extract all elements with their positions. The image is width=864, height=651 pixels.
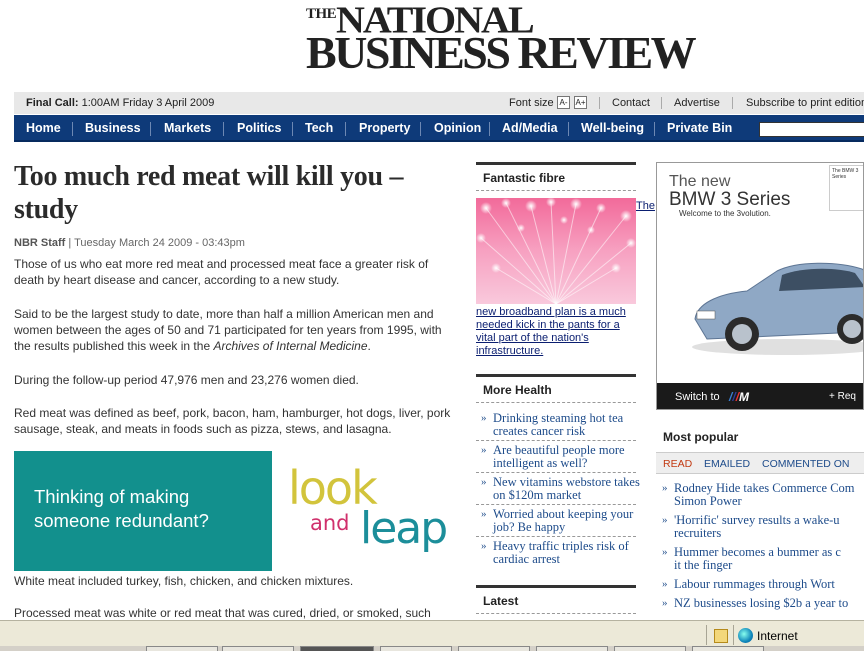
chevron-right-icon: »: [481, 444, 487, 456]
font-larger-button[interactable]: A+: [574, 96, 587, 109]
taskbar-button[interactable]: [380, 646, 452, 651]
nav-wellbeing[interactable]: Well-being: [581, 121, 644, 135]
taskbar-button[interactable]: [146, 646, 218, 651]
publish-date: Tuesday March 24 2009 - 03:43pm: [74, 237, 245, 249]
article-paragraph: White meat included turkey, fish, chicke…: [14, 574, 354, 588]
chevron-right-icon: »: [481, 476, 487, 488]
final-call-time: 1:00AM Friday 3 April 2009: [81, 97, 215, 109]
article-headline: Too much red meat will kill you – study: [14, 161, 404, 225]
chevron-right-icon: »: [481, 412, 487, 424]
popular-item-link[interactable]: » NZ businesses losing $2b a year to: [662, 597, 864, 610]
divider: [732, 97, 733, 109]
article-paragraph: During the follow-up period 47,976 men a…: [14, 373, 359, 387]
bmw-switch-to: Switch to: [675, 391, 720, 403]
look-and-leap-ad[interactable]: Thinking of making someone redundant? lo…: [14, 451, 448, 571]
fantastic-fibre-title[interactable]: Fantastic fibre: [483, 171, 565, 185]
taskbar-button[interactable]: [458, 646, 530, 651]
taskbar-button[interactable]: [536, 646, 608, 651]
nav-tech[interactable]: Tech: [305, 121, 333, 135]
article-paragraph: Said to be the largest study to date, mo…: [14, 307, 442, 353]
nav-opinion[interactable]: Opinion: [434, 121, 481, 135]
nav-markets[interactable]: Markets: [164, 121, 211, 135]
health-headline-link[interactable]: » Heavy traffic triples risk of cardiac a…: [481, 540, 641, 566]
font-size-label: Font size: [509, 97, 554, 109]
top-utility-bar: Final Call: 1:00AM Friday 3 April 2009 F…: [14, 92, 864, 114]
chevron-right-icon: »: [662, 597, 668, 609]
more-health-title: More Health: [483, 383, 552, 397]
nav-home[interactable]: Home: [26, 121, 61, 135]
chevron-right-icon: »: [662, 578, 668, 590]
section-rule: [476, 374, 636, 377]
chevron-right-icon: »: [662, 546, 668, 558]
bmw-m-logo: ///M: [729, 390, 750, 404]
section-rule: [476, 585, 636, 588]
car-image: [692, 262, 863, 355]
taskbar: [0, 646, 864, 651]
divider: [599, 97, 600, 109]
divider: [661, 97, 662, 109]
bmw-footer-bar: Switch to ///M + Req: [657, 383, 863, 409]
health-headline-link[interactable]: » Are beautiful people more intelligent a…: [481, 444, 641, 470]
fibre-optic-image[interactable]: [476, 198, 636, 304]
chevron-right-icon: »: [481, 508, 487, 520]
subscribe-link[interactable]: Subscribe to print edition: [746, 97, 864, 109]
bmw-ad[interactable]: The new BMW 3 Series Welcome to the 3vol…: [656, 162, 864, 410]
ad-and-word: and: [310, 511, 350, 535]
taskbar-button[interactable]: [222, 646, 294, 651]
author: NBR Staff: [14, 237, 66, 249]
nav-politics[interactable]: Politics: [237, 121, 281, 135]
nav-property[interactable]: Property: [359, 121, 410, 135]
tab-commented-on[interactable]: COMMENTED ON: [762, 458, 850, 470]
bmw-model: BMW 3 Series: [669, 189, 791, 210]
ad-teal-panel: Thinking of making someone redundant?: [14, 451, 272, 571]
chevron-right-icon: »: [481, 540, 487, 552]
article-paragraph: Red meat was defined as beef, pork, baco…: [14, 406, 451, 436]
health-headline-link[interactable]: » Worried about keeping your job? Be happ…: [481, 508, 641, 534]
logo-business-review[interactable]: BUSINESS REVIEW: [306, 30, 697, 76]
most-popular-tabs: READ EMAILED COMMENTED ON: [656, 452, 864, 474]
journal-title: Archives of Internal Medicine: [213, 339, 368, 353]
fibre-caption-link[interactable]: new broadband plan is a much needed kick…: [476, 306, 636, 358]
nav-business[interactable]: Business: [85, 121, 141, 135]
fibre-story-link[interactable]: The: [636, 200, 655, 212]
ad-leap-word: leap: [360, 503, 448, 554]
popular-item-link[interactable]: » Labour rummages through Wort: [662, 578, 864, 591]
health-headline-link[interactable]: » Drinking steaming hot tea creates cance…: [481, 412, 641, 438]
section-rule: [476, 162, 636, 165]
health-headline-link[interactable]: » New vitamins webstore takes on $120m ma…: [481, 476, 641, 502]
article-paragraph: Processed meat was white or red meat tha…: [14, 606, 431, 620]
popular-item-link[interactable]: » Hummer becomes a bummer as c it the fing…: [662, 546, 864, 572]
taskbar-button[interactable]: [300, 646, 374, 651]
ad-text: Thinking of making someone redundant?: [34, 486, 209, 531]
browser-status-bar: Internet: [0, 620, 864, 651]
article-paragraph: Those of us who eat more red meat and pr…: [14, 257, 429, 287]
search-input[interactable]: [759, 122, 864, 137]
globe-icon: [738, 628, 753, 643]
tab-read[interactable]: READ: [663, 458, 692, 470]
security-zone: Internet: [757, 629, 798, 643]
nav-private-bin[interactable]: Private Bin: [667, 121, 732, 135]
font-smaller-button[interactable]: A-: [557, 96, 570, 109]
taskbar-button[interactable]: [614, 646, 686, 651]
taskbar-button[interactable]: [692, 646, 764, 651]
bmw-badge: The BMW 3 Series: [829, 165, 863, 211]
popular-item-link[interactable]: » Rodney Hide takes Commerce Com Simon Pow…: [662, 482, 864, 508]
tab-emailed[interactable]: EMAILED: [704, 458, 750, 470]
byline: NBR Staff | Tuesday March 24 2009 - 03:4…: [14, 237, 245, 249]
bmw-tagline: Welcome to the 3volution.: [679, 209, 771, 218]
latest-title: Latest: [483, 594, 519, 608]
most-popular-title: Most popular: [663, 430, 739, 444]
chevron-right-icon: »: [662, 482, 668, 494]
nav-admedia[interactable]: Ad/Media: [502, 121, 558, 135]
main-nav: Home Business Markets Politics Tech Prop…: [14, 115, 864, 142]
contact-link[interactable]: Contact: [612, 97, 650, 109]
final-call-label: Final Call:: [26, 97, 79, 109]
lock-icon: [714, 629, 728, 643]
logo-the: THE: [306, 6, 337, 22]
popular-item-link[interactable]: » 'Horrific' survey results a wake-u recru…: [662, 514, 864, 540]
advertise-link[interactable]: Advertise: [674, 97, 720, 109]
chevron-right-icon: »: [662, 514, 668, 526]
bmw-request-link[interactable]: + Req: [829, 391, 856, 402]
